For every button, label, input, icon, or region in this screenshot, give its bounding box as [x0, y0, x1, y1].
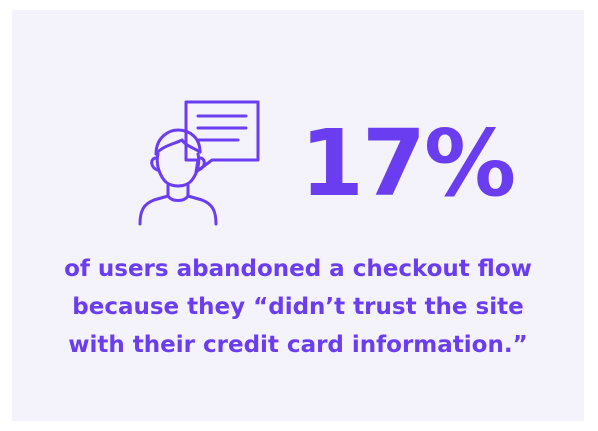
user-speech-bubble-icon — [134, 100, 268, 226]
stat-value: 17% — [300, 110, 516, 217]
stat-card: 17% of users abandoned a checkout flow b… — [12, 10, 584, 421]
caption-line: of users abandoned a checkout flow — [64, 256, 532, 282]
caption-line: with their credit card information.” — [68, 332, 528, 358]
stat-caption: of users abandoned a checkout flow becau… — [12, 250, 584, 364]
caption-line: because they “didn’t trust the site — [72, 294, 524, 320]
